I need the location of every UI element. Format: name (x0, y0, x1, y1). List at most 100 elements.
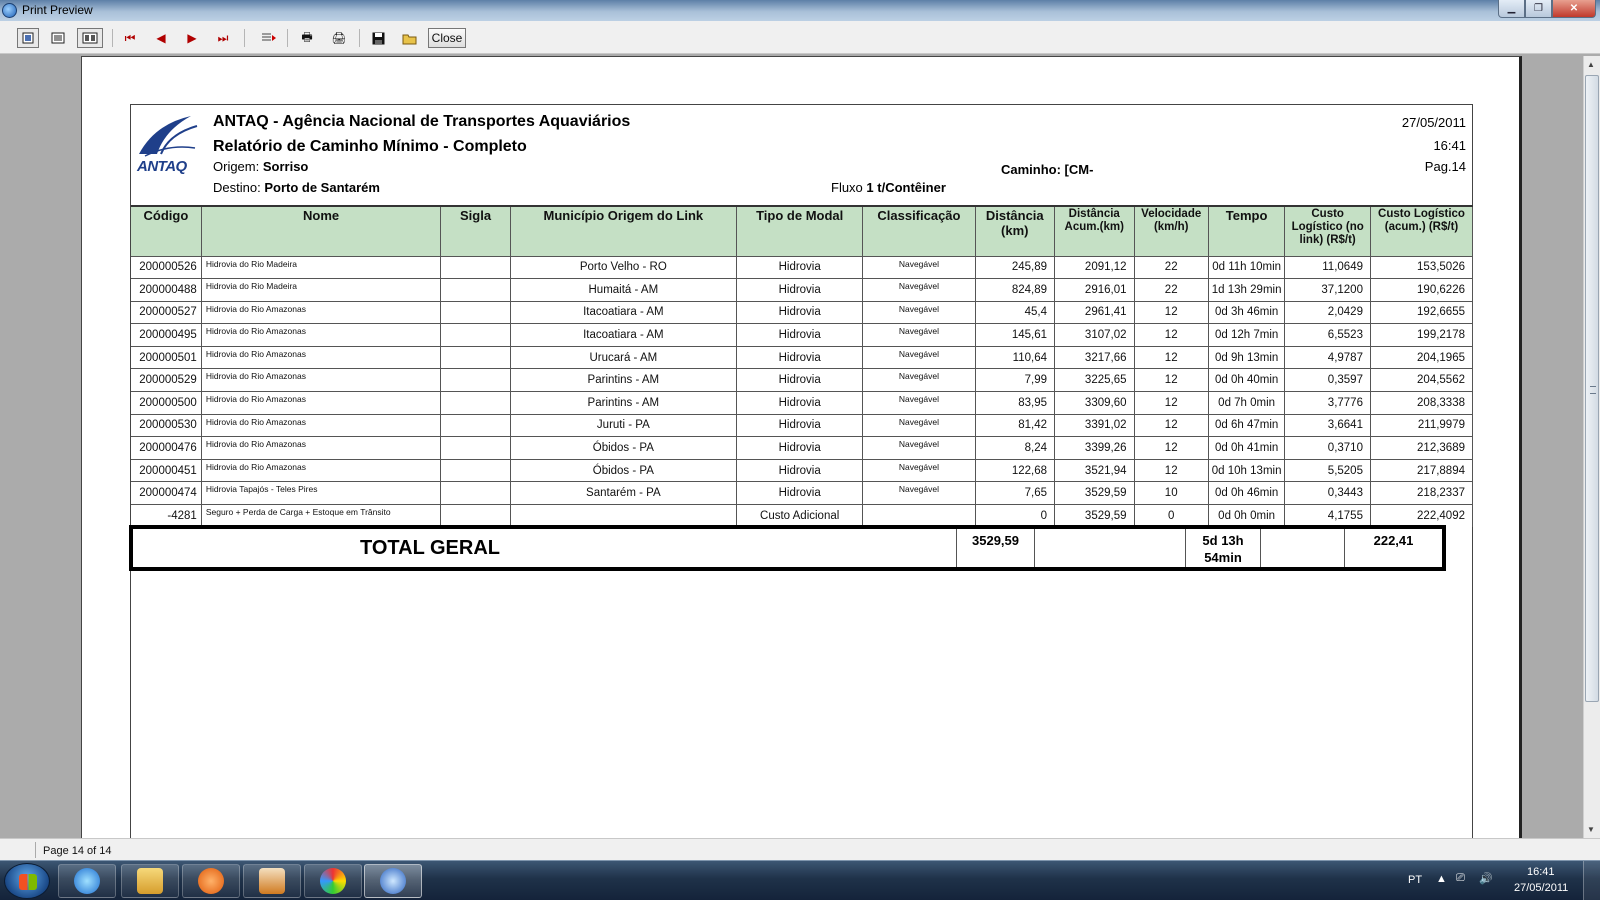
cell-sigla (440, 255, 511, 279)
table-row: -4281 Seguro + Perda de Carga + Estoque e… (131, 504, 1474, 528)
start-button[interactable] (4, 863, 50, 899)
open-icon[interactable] (398, 28, 420, 48)
cell-custo-acum: 217,8894 (1370, 458, 1474, 482)
maximize-button[interactable]: ❐ (1525, 0, 1552, 18)
cell-cls: Navegável (862, 368, 976, 392)
cell-name: Hidrovia do Rio Amazonas (201, 345, 442, 369)
last-page-icon[interactable]: ⏭ (212, 28, 234, 48)
table-row: 200000530 Hidrovia do Rio Amazonas Juruti … (131, 413, 1474, 437)
cell-code: 200000476 (131, 436, 202, 460)
clock-time[interactable]: 16:41 (1527, 866, 1555, 878)
cell-tempo: 0d 9h 13min (1208, 345, 1286, 369)
flow-line: Fluxo 1 t/Contêiner (831, 180, 946, 195)
media-player-icon[interactable] (182, 864, 240, 898)
table-row: 200000527 Hidrovia do Rio Amazonas Itacoat… (131, 300, 1474, 324)
prev-page-icon[interactable]: ◀ (150, 28, 172, 48)
status-bar: Page 14 of 14 (0, 838, 1600, 860)
cell-custo-acum: 204,1965 (1370, 345, 1474, 369)
cell-acum: 3521,94 (1054, 458, 1135, 482)
report-page: Pag.14 (1424, 159, 1466, 174)
first-page-icon[interactable]: ⏮ (119, 28, 141, 48)
show-desktop-button[interactable] (1583, 861, 1600, 900)
cell-custo: 4,1755 (1284, 504, 1371, 528)
total-label: TOTAL GERAL (360, 537, 500, 559)
total-time: 5d 13h 54min (1185, 529, 1260, 567)
cell-sigla (440, 368, 511, 392)
table-row: 200000529 Hidrovia do Rio Amazonas Parinti… (131, 368, 1474, 392)
taskbar: PT ▲ ⎚ 🔊 16:41 27/05/2011 (0, 860, 1600, 900)
cell-vel: 12 (1134, 413, 1209, 437)
cell-mun: Porto Velho - RO (510, 255, 737, 279)
clock-date[interactable]: 27/05/2011 (1514, 882, 1568, 894)
cell-name: Seguro + Perda de Carga + Estoque em Trâ… (201, 504, 442, 528)
cell-cls: Navegável (862, 255, 976, 279)
cell-custo-acum: 192,6655 (1370, 300, 1474, 324)
network-icon[interactable]: ⎚ (1456, 872, 1465, 885)
antaq-logo: ANTAQ (135, 114, 199, 176)
cell-mun: Óbidos - PA (510, 436, 737, 460)
col-distancia: Distância (km) (975, 205, 1055, 256)
path-label: Caminho: [CM- (1001, 162, 1094, 177)
cell-cls: Navegável (862, 436, 976, 460)
total-row: TOTAL GERAL 3529,59 5d 13h 54min 222,41 (129, 525, 1446, 571)
col-sigla: Sigla (440, 205, 511, 256)
cell-mun (510, 504, 737, 528)
cell-dist: 7,99 (975, 368, 1055, 392)
flow-value: 1 t/Contêiner (866, 180, 946, 195)
compass-app-icon[interactable] (364, 864, 422, 898)
cell-mun: Óbidos - PA (510, 458, 737, 482)
cell-dist: 824,89 (975, 278, 1055, 302)
scroll-thumb[interactable] (1585, 75, 1599, 702)
save-icon[interactable] (367, 28, 389, 48)
cell-mun: Itacoatiara - AM (510, 323, 737, 347)
cell-cls: Navegável (862, 413, 976, 437)
scroll-down-icon[interactable]: ▼ (1587, 825, 1595, 834)
cell-modal: Hidrovia (736, 368, 864, 392)
language-indicator[interactable]: PT (1408, 874, 1422, 886)
cell-mun: Urucará - AM (510, 345, 737, 369)
print-setup-icon[interactable]: 🖶 (296, 28, 318, 48)
office-icon[interactable] (243, 864, 301, 898)
scroll-up-icon[interactable]: ▲ (1587, 60, 1595, 69)
cell-modal: Hidrovia (736, 323, 864, 347)
cell-mun: Juruti - PA (510, 413, 737, 437)
cell-name: Hidrovia Tapajós - Teles Pires (201, 481, 442, 505)
two-page-icon[interactable] (47, 28, 69, 48)
tray-expand-icon[interactable]: ▲ (1436, 873, 1447, 885)
multi-page-icon[interactable] (77, 28, 103, 48)
total-cost: 222,41 (1344, 529, 1442, 567)
cell-tempo: 0d 0h 41min (1208, 436, 1286, 460)
col-tempo: Tempo (1208, 205, 1286, 256)
cell-tempo: 0d 0h 0min (1208, 504, 1286, 528)
cell-custo-acum: 222,4092 (1370, 504, 1474, 528)
cell-code: 200000488 (131, 278, 202, 302)
volume-icon[interactable]: 🔊 (1479, 872, 1493, 885)
vertical-scrollbar[interactable]: ▲ ▼ (1583, 56, 1600, 838)
cell-modal: Hidrovia (736, 413, 864, 437)
close-preview-button[interactable]: Close (428, 28, 466, 48)
cell-sigla (440, 458, 511, 482)
minimize-button[interactable]: ▁ (1498, 0, 1525, 18)
window-close-button[interactable]: ✕ (1552, 0, 1596, 18)
print-icon[interactable]: 🖨 (328, 28, 350, 48)
cell-custo: 37,1200 (1284, 278, 1371, 302)
cell-sigla (440, 300, 511, 324)
next-page-icon[interactable]: ▶ (181, 28, 203, 48)
table-row: 200000476 Hidrovia do Rio Amazonas Óbidos … (131, 436, 1474, 460)
cell-name: Hidrovia do Rio Amazonas (201, 300, 442, 324)
cell-modal: Hidrovia (736, 300, 864, 324)
cell-custo: 11,0649 (1284, 255, 1371, 279)
one-page-icon[interactable] (17, 28, 39, 48)
internet-explorer-icon[interactable] (58, 864, 116, 898)
cell-acum: 2091,12 (1054, 255, 1135, 279)
paint-icon[interactable] (304, 864, 362, 898)
table-row: 200000495 Hidrovia do Rio Amazonas Itacoat… (131, 323, 1474, 347)
goto-page-icon[interactable] (258, 28, 280, 48)
cell-sigla (440, 436, 511, 460)
file-explorer-icon[interactable] (121, 864, 179, 898)
cell-code: 200000500 (131, 391, 202, 415)
cell-modal: Hidrovia (736, 436, 864, 460)
cell-vel: 10 (1134, 481, 1209, 505)
cell-dist: 45,4 (975, 300, 1055, 324)
cell-custo-acum: 218,2337 (1370, 481, 1474, 505)
